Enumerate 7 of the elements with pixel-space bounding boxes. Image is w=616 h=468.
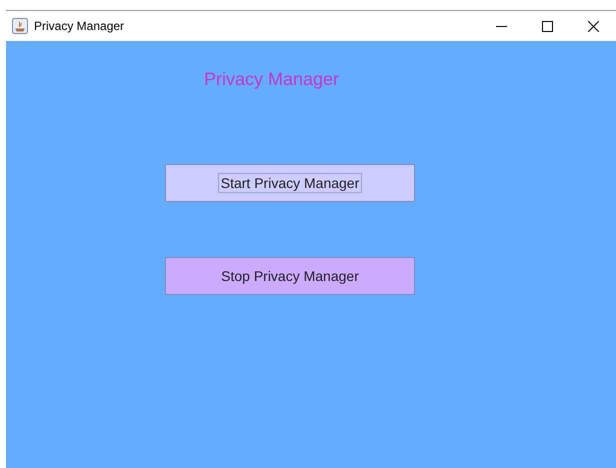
close-icon [588,20,598,32]
window-title: Privacy Manager [34,19,126,33]
stop-button[interactable]: Stop Privacy Manager [165,257,415,295]
maximize-icon [542,20,552,32]
app-icon [12,18,28,34]
start-button[interactable]: Start Privacy Manager [165,164,415,202]
app-heading: Privacy Manager [204,69,340,90]
